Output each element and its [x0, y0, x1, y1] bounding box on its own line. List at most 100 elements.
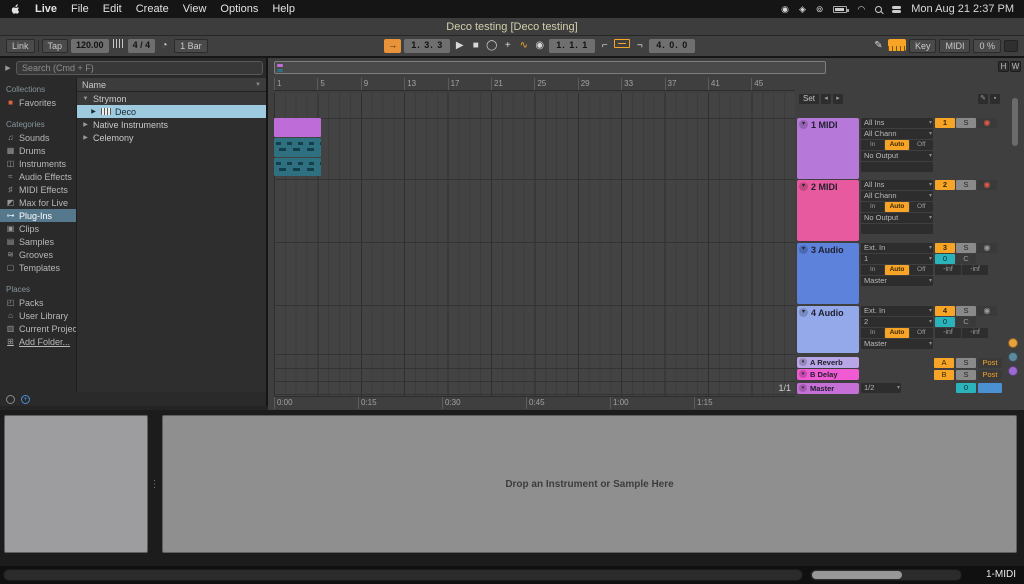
device-view-selector[interactable]: ⋮: [150, 415, 159, 553]
filter-icon[interactable]: ▼: [255, 82, 261, 88]
disk-overload-indicator[interactable]: [1004, 40, 1018, 52]
track-name-box[interactable]: ▾ 2 MIDI: [797, 180, 859, 241]
battery-icon[interactable]: [833, 6, 847, 13]
input-type-chooser[interactable]: All Ins: [861, 180, 933, 190]
expand-arrow-icon[interactable]: ▼: [82, 96, 89, 102]
sidebar-item-current-project[interactable]: ▥ Current Projec: [0, 322, 76, 335]
track-activator[interactable]: 2: [935, 180, 955, 190]
menu-item-edit[interactable]: Edit: [103, 0, 122, 18]
solo-button[interactable]: S: [956, 180, 976, 190]
sidebar-item-add-folder[interactable]: ⊞ Add Folder...: [0, 335, 76, 348]
track-header-3-audio[interactable]: ▾ 3 Audio Ext. In 1 In Auto Off Master 3: [797, 243, 1002, 304]
output-channel-chooser[interactable]: [861, 224, 933, 234]
nudge-metronome-icon[interactable]: [112, 39, 125, 53]
sidebar-item-packs[interactable]: ◰ Packs: [0, 296, 76, 309]
spotlight-search-icon[interactable]: [875, 6, 882, 13]
return-header-b-delay[interactable]: ▾ B Delay B S Post: [797, 369, 1002, 380]
menu-item-file[interactable]: File: [71, 0, 89, 18]
solo-button[interactable]: S: [956, 370, 976, 380]
menu-item-view[interactable]: View: [183, 0, 207, 18]
metronome-button[interactable]: ◔: [158, 39, 171, 53]
sidebar-item-instruments[interactable]: ◫ Instruments: [0, 157, 76, 170]
control-center-icon[interactable]: [892, 6, 901, 13]
input-type-chooser[interactable]: Ext. In: [861, 306, 933, 316]
menu-item-options[interactable]: Options: [220, 0, 258, 18]
browser-row-deco[interactable]: ▶ Deco: [77, 105, 266, 118]
fold-icon[interactable]: ▾: [799, 120, 808, 129]
capture-midi-button[interactable]: ◉: [533, 39, 546, 53]
return-name-box[interactable]: ▾ A Reverb: [797, 357, 859, 368]
screen-record-icon[interactable]: ◉: [781, 4, 789, 15]
monitor-auto-button[interactable]: Auto: [885, 328, 908, 338]
input-channel-chooser[interactable]: All Chann: [861, 191, 933, 201]
midi-map-button[interactable]: MIDI: [939, 39, 970, 53]
lock-icon[interactable]: ▪: [990, 94, 1000, 104]
set-locator-button[interactable]: Set: [799, 94, 819, 104]
follow-button[interactable]: →: [384, 39, 401, 53]
monitor-off-button[interactable]: Off: [910, 328, 933, 338]
return-header-a-reverb[interactable]: ▾ A Reverb A S Post: [797, 357, 1002, 368]
link-button[interactable]: Link: [6, 39, 35, 53]
optimize-width-button[interactable]: W: [1010, 61, 1021, 72]
info-icon[interactable]: [6, 395, 15, 404]
fold-icon[interactable]: ▾: [799, 182, 808, 191]
pan-display[interactable]: C: [956, 254, 976, 264]
arm-button[interactable]: ◉: [977, 180, 997, 190]
solo-button[interactable]: S: [956, 358, 976, 368]
pan-display[interactable]: C: [956, 317, 976, 327]
track-lane-3-audio[interactable]: [274, 243, 795, 306]
menu-item-live[interactable]: Live: [35, 0, 57, 18]
arrangement-grid[interactable]: [274, 93, 795, 396]
punch-out-button[interactable]: ¬: [633, 39, 646, 53]
track-header-2-midi[interactable]: ▾ 2 MIDI All Ins All Chann In Auto Off N…: [797, 180, 1002, 241]
input-channel-chooser[interactable]: All Chann: [861, 129, 933, 139]
cue-solo-button[interactable]: [978, 383, 1002, 393]
record-button[interactable]: ◯: [485, 39, 498, 53]
monitor-off-button[interactable]: Off: [910, 265, 933, 275]
master-header[interactable]: ▾ Master 1/2 0: [797, 382, 1002, 394]
beat-time-ruler[interactable]: 1 5 9 13 17 21 25 29 33 37 41 45: [274, 78, 795, 91]
monitor-in-button[interactable]: In: [861, 202, 884, 212]
time-ruler[interactable]: 0:00 0:15 0:30 0:45 1:00 1:15: [274, 396, 795, 409]
vertical-scrollbar[interactable]: [1012, 98, 1018, 146]
edge-marker-orange[interactable]: [1008, 338, 1018, 348]
gain-display[interactable]: 0: [935, 317, 955, 327]
tempo-display[interactable]: 120.00: [71, 39, 109, 53]
track-header-1-midi[interactable]: ▾ 1 MIDI All Ins All Chann In Auto Off N…: [797, 118, 1002, 179]
expand-arrow-icon[interactable]: ▶: [90, 108, 97, 115]
arm-button[interactable]: ◉: [977, 243, 997, 253]
output-channel-chooser[interactable]: [861, 162, 933, 172]
time-signature-display[interactable]: 4 / 4: [128, 39, 156, 53]
track-activator[interactable]: 1: [935, 118, 955, 128]
master-lane[interactable]: [274, 382, 795, 395]
sidebar-item-plug-ins[interactable]: ⊶ Plug-Ins: [0, 209, 76, 222]
input-type-chooser[interactable]: All Ins: [861, 118, 933, 128]
monitor-in-button[interactable]: In: [861, 265, 884, 275]
track-lane-2-midi[interactable]: [274, 180, 795, 243]
arm-button[interactable]: ◉: [977, 118, 997, 128]
fold-icon[interactable]: ▾: [799, 308, 808, 317]
play-circle-icon[interactable]: ⊚: [816, 4, 824, 15]
menu-item-create[interactable]: Create: [136, 0, 169, 18]
sidebar-item-grooves[interactable]: ≋ Grooves: [0, 248, 76, 261]
menu-clock[interactable]: Mon Aug 21 2:37 PM: [911, 3, 1014, 15]
sidebar-item-user-library[interactable]: ⌂ User Library: [0, 309, 76, 322]
cue-out-chooser[interactable]: 1/2: [861, 383, 901, 393]
monitor-off-button[interactable]: Off: [910, 140, 933, 150]
edge-marker-purple[interactable]: [1008, 366, 1018, 376]
solo-button[interactable]: S: [956, 118, 976, 128]
edge-marker-teal[interactable]: [1008, 352, 1018, 362]
midi-take-lane-clip[interactable]: [274, 138, 321, 157]
draw-icon[interactable]: ✎: [978, 94, 988, 104]
track-name-box[interactable]: ▾ 3 Audio: [797, 243, 859, 304]
punch-in-button[interactable]: ⌐: [598, 39, 611, 53]
arrangement-position-display[interactable]: 1. 3. 3: [404, 39, 450, 53]
fold-icon[interactable]: ▾: [799, 384, 807, 392]
automation-arm-button[interactable]: ∿: [517, 39, 530, 53]
output-chooser[interactable]: Master: [861, 276, 933, 286]
sidebar-item-favorites[interactable]: ■ Favorites: [0, 96, 76, 109]
search-input[interactable]: [16, 61, 263, 75]
cpu-meter[interactable]: 0 %: [973, 39, 1001, 53]
browser-row-celemony[interactable]: ▶ Celemony: [77, 131, 266, 144]
browser-row-native-instruments[interactable]: ▶ Native Instruments: [77, 118, 266, 131]
